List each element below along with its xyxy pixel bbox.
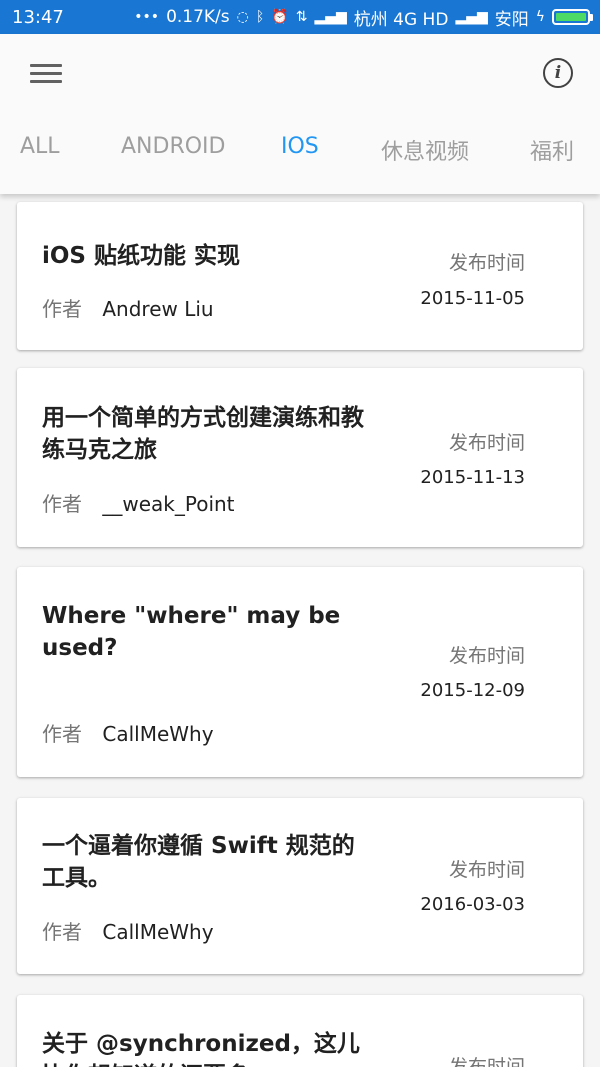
author-row: 作者 Andrew Liu: [42, 293, 214, 322]
article-card[interactable]: 关于 @synchronized，这儿比你想知道的还要多 发布时间: [17, 995, 583, 1067]
publish-time-label: 发布时间: [448, 432, 525, 454]
status-time: 13:47: [12, 6, 64, 28]
author-label: 作者: [42, 492, 82, 516]
publish-date: 2015-11-05: [420, 288, 525, 309]
publish-time-label: 发布时间: [448, 252, 525, 274]
article-card[interactable]: iOS 贴纸功能 实现 作者 Andrew Liu 发布时间 2015-11-0…: [17, 202, 583, 350]
charging-icon: ϟ: [535, 9, 545, 25]
bluetooth-icon: ᛒ: [255, 9, 265, 25]
publish-date: 2015-12-09: [420, 680, 525, 701]
article-title: 关于 @synchronized，这儿比你想知道的还要多: [42, 1031, 360, 1067]
author-row: 作者 CallMeWhy: [42, 718, 214, 747]
article-title: iOS 贴纸功能 实现: [42, 243, 241, 269]
sync-icon: ◌: [236, 9, 249, 25]
publish-time-label: 发布时间: [448, 859, 525, 881]
app-bar: i ALL ANDROID IOS 休息视频 福利: [0, 34, 600, 194]
article-card[interactable]: 一个逼着你遵循 Swift 规范的工具。 作者 CallMeWhy 发布时间 2…: [17, 798, 583, 974]
author-name: CallMeWhy: [102, 920, 214, 944]
tab-android[interactable]: ANDROID: [121, 134, 225, 159]
author-name: CallMeWhy: [102, 722, 214, 746]
publish-time-label: 发布时间: [448, 1056, 525, 1067]
author-name: __weak_Point: [102, 492, 235, 516]
article-card[interactable]: 用一个简单的方式创建演练和教练马克之旅 作者 __weak_Point 发布时间…: [17, 368, 583, 547]
author-label: 作者: [42, 722, 82, 746]
signal-icon: ▂▄▆: [314, 9, 347, 25]
tab-ios[interactable]: IOS: [281, 134, 319, 159]
dots-icon: •••: [134, 9, 160, 25]
tab-rest-video[interactable]: 休息视频: [381, 134, 469, 166]
category-tabs: ALL ANDROID IOS 休息视频 福利: [0, 134, 600, 174]
author-label: 作者: [42, 297, 82, 321]
carrier-2: 安阳: [494, 9, 529, 30]
publish-date: 2015-11-13: [420, 467, 525, 488]
alarm-icon: ⏰: [271, 9, 289, 25]
hamburger-menu-icon[interactable]: [30, 62, 64, 86]
status-bar: 13:47 ••• 0.17K/s ◌ ᛒ ⏰ ⇅ ▂▄▆ 杭州 4G HD ▂…: [0, 0, 600, 34]
author-name: Andrew Liu: [102, 297, 214, 321]
publish-time-label: 发布时间: [448, 645, 525, 667]
publish-date: 2016-03-03: [420, 894, 525, 915]
article-title: Where "where" may be used?: [42, 603, 341, 661]
article-title: 用一个简单的方式创建演练和教练马克之旅: [42, 405, 364, 463]
article-card[interactable]: Where "where" may be used? 作者 CallMeWhy …: [17, 567, 583, 777]
author-label: 作者: [42, 920, 82, 944]
carrier-1: 杭州 4G HD: [353, 9, 449, 30]
info-icon[interactable]: i: [543, 58, 573, 88]
tab-welfare[interactable]: 福利: [530, 134, 574, 166]
battery-level: [556, 13, 586, 21]
author-row: 作者 CallMeWhy: [42, 916, 214, 945]
article-title: 一个逼着你遵循 Swift 规范的工具。: [42, 833, 355, 891]
tab-all[interactable]: ALL: [20, 134, 60, 159]
net-speed: 0.17K/s: [166, 7, 230, 27]
battery-icon: [552, 9, 593, 25]
signal-icon: ▂▄▆: [455, 9, 488, 25]
status-indicators: ••• 0.17K/s ◌ ᛒ ⏰ ⇅ ▂▄▆ 杭州 4G HD ▂▄▆ 安阳 …: [134, 5, 593, 30]
author-row: 作者 __weak_Point: [42, 488, 235, 517]
data-transfer-icon: ⇅: [295, 9, 308, 25]
